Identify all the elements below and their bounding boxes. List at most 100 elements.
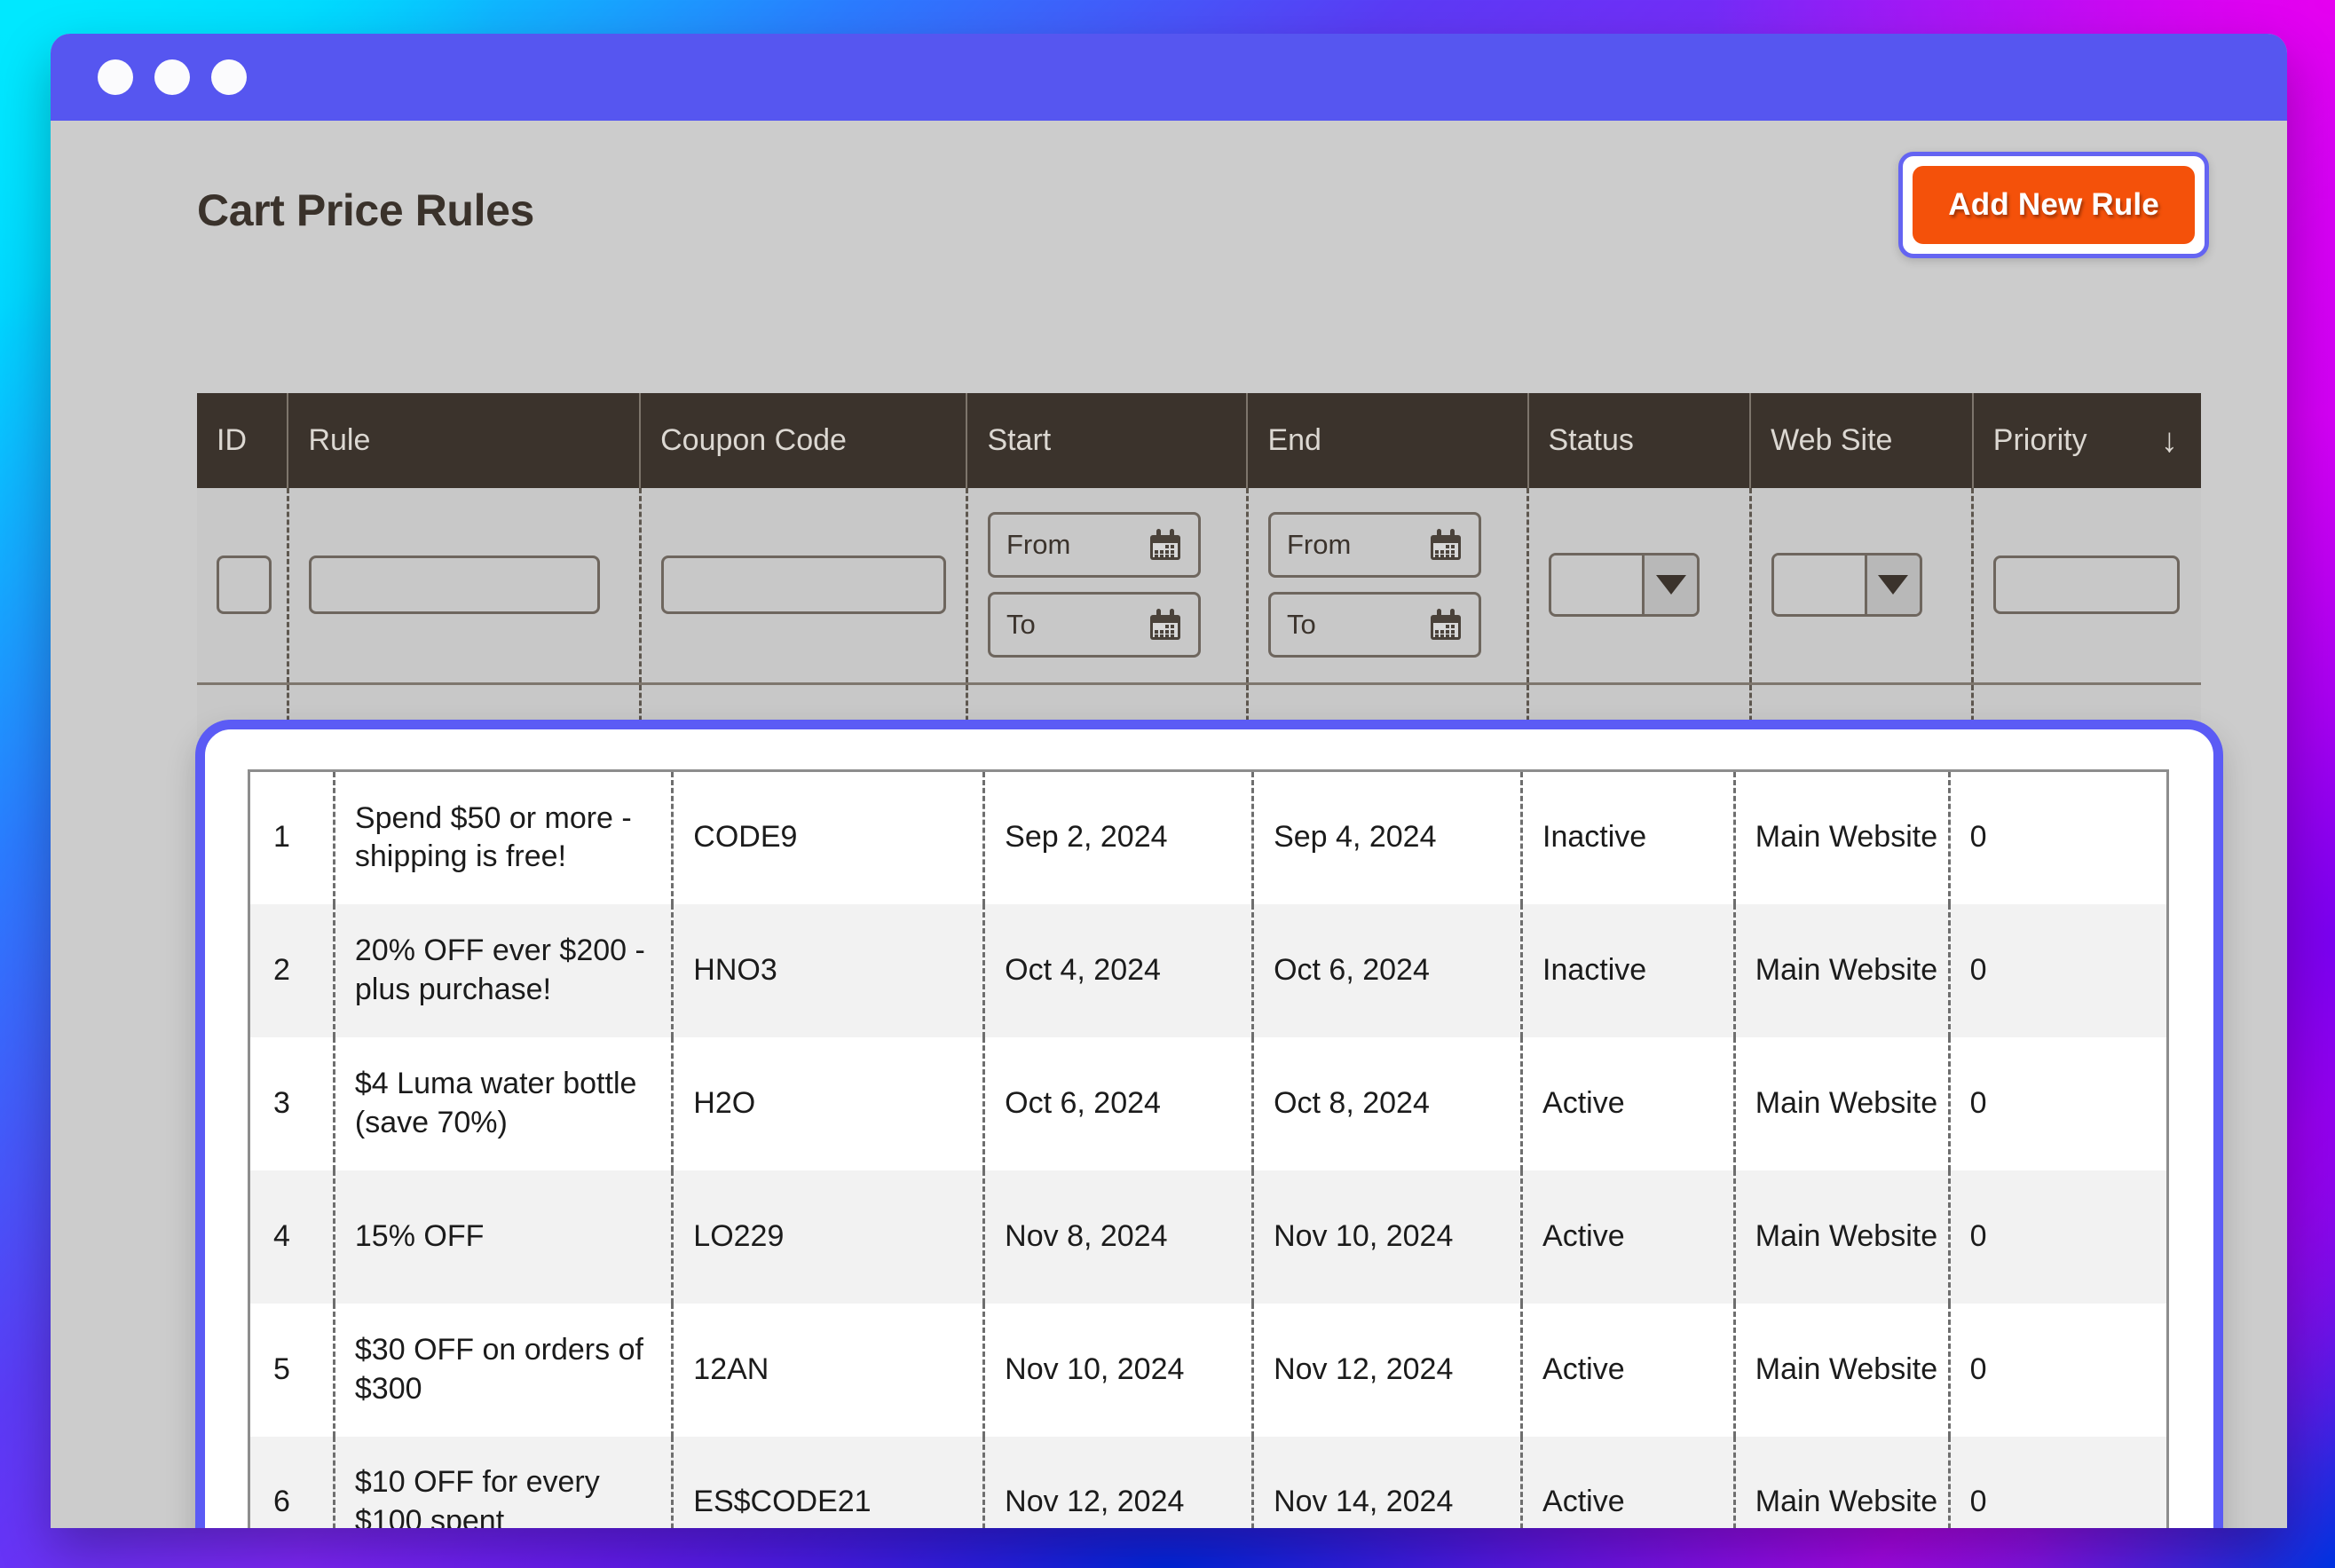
filter-cell-web-site [1750,488,1975,685]
cell-start: Sep 2, 2024 [983,770,1255,904]
caret-down-icon[interactable] [1864,555,1920,615]
cell-end: Nov 12, 2024 [1252,1303,1524,1437]
browser-window: Cart Price Rules Add New Rule ID Rule Co… [51,34,2287,1528]
column-header-status[interactable]: Status [1527,393,1752,488]
filter-cell-end: From To [1247,488,1530,685]
column-header-coupon-code[interactable]: Coupon Code [640,393,968,488]
cell-id: 2 [248,903,335,1037]
cell-id: 6 [248,1436,335,1528]
cell-rule: $30 OFF on orders of $300 [334,1303,674,1437]
grid-header-row: ID Rule Coupon Code Start End Status Web… [197,393,2201,488]
cell-end: Oct 6, 2024 [1252,903,1524,1037]
cell-web-site: Main Website [1734,1170,1951,1304]
cell-coupon-code: 12AN [672,1303,986,1437]
cell-id: 3 [248,1036,335,1170]
column-header-end[interactable]: End [1247,393,1529,488]
cell-end: Oct 8, 2024 [1252,1036,1524,1170]
cell-start: Nov 10, 2024 [983,1303,1255,1437]
column-label-id: ID [217,423,247,457]
calendar-icon[interactable] [1147,607,1184,642]
window-maximize-dot[interactable] [211,59,247,95]
table-row[interactable]: 6 $10 OFF for every $100 spent ES$CODE21… [248,1436,2168,1528]
cell-priority: 0 [1949,1436,2168,1528]
cell-start: Nov 12, 2024 [983,1436,1255,1528]
table-row[interactable]: 5 $30 OFF on orders of $300 12AN Nov 10,… [248,1303,2168,1437]
cell-end: Nov 14, 2024 [1252,1436,1524,1528]
cell-web-site: Main Website [1734,1036,1951,1170]
cell-web-site: Main Website [1734,903,1951,1037]
cell-web-site: Main Website [1734,1436,1951,1528]
cell-end: Sep 4, 2024 [1252,770,1524,904]
cell-rule: 15% OFF [334,1170,674,1304]
window-minimize-dot[interactable] [154,59,190,95]
column-header-id[interactable]: ID [197,393,289,488]
filter-select-status[interactable] [1549,553,1700,618]
table-row[interactable]: 3 $4 Luma water bottle (save 70%) H2O Oc… [248,1036,2168,1170]
filter-end-from[interactable]: From [1267,512,1481,579]
filter-input-rule[interactable] [308,555,600,615]
cell-start: Nov 8, 2024 [983,1170,1255,1304]
cell-rule: Spend $50 or more -shipping is free! [334,770,674,904]
table-row[interactable]: 1 Spend $50 or more -shipping is free! C… [248,770,2168,904]
filter-select-status-value [1551,555,1642,615]
filter-cell-start: From To [966,488,1249,685]
cell-start: Oct 6, 2024 [983,1036,1255,1170]
cell-status: Active [1521,1303,1736,1437]
cell-priority: 0 [1949,1303,2168,1437]
column-label-end: End [1267,423,1321,457]
filter-start-to-label: To [1006,609,1036,641]
window-titlebar [51,34,2287,121]
cell-id: 1 [248,770,335,904]
column-header-web-site[interactable]: Web Site [1750,393,1974,488]
cell-rule: 20% OFF ever $200 -plus purchase! [334,903,674,1037]
cell-status: Active [1521,1036,1736,1170]
rules-results-highlight-panel: 1 Spend $50 or more -shipping is free! C… [195,720,2223,1528]
add-new-rule-button[interactable]: Add New Rule [1913,166,2195,244]
column-header-start[interactable]: Start [966,393,1249,488]
filter-select-web-site-value [1773,555,1865,615]
filter-end-from-label: From [1286,529,1352,561]
filter-cell-coupon-code [640,488,968,685]
filter-select-web-site[interactable] [1771,553,1922,618]
column-header-priority[interactable]: Priority ↓ [1972,393,2201,488]
rules-data-table: 1 Spend $50 or more -shipping is free! C… [248,769,2169,1528]
column-label-start: Start [987,423,1052,457]
page-title: Cart Price Rules [197,185,534,235]
filter-input-coupon-code[interactable] [660,555,946,615]
filter-end-to[interactable]: To [1267,592,1481,658]
column-label-coupon-code: Coupon Code [660,423,847,457]
filter-input-id[interactable] [217,555,272,615]
cell-status: Active [1521,1436,1736,1528]
column-header-rule[interactable]: Rule [288,393,642,488]
filter-start-from[interactable]: From [987,512,1201,579]
cell-priority: 0 [1949,1036,2168,1170]
cell-id: 5 [248,1303,335,1437]
cell-priority: 0 [1949,903,2168,1037]
cell-priority: 0 [1949,1170,2168,1304]
calendar-icon[interactable] [1147,527,1184,563]
cell-end: Nov 10, 2024 [1252,1170,1524,1304]
filter-start-to[interactable]: To [987,592,1201,658]
filter-start-from-label: From [1006,529,1071,561]
calendar-icon[interactable] [1427,527,1464,563]
table-row[interactable]: 4 15% OFF LO229 Nov 8, 2024 Nov 10, 2024… [248,1170,2168,1304]
calendar-icon[interactable] [1427,607,1464,642]
cell-status: Inactive [1521,903,1736,1037]
filter-input-priority[interactable] [1993,555,2181,615]
page-header: Cart Price Rules Add New Rule [51,121,2287,298]
window-close-dot[interactable] [98,59,133,95]
cell-priority: 0 [1949,770,2168,904]
caret-down-icon[interactable] [1642,555,1697,615]
page-content: Cart Price Rules Add New Rule ID Rule Co… [51,121,2287,1528]
cart-price-rules-grid: ID Rule Coupon Code Start End Status Web… [197,393,2201,737]
cell-coupon-code: H2O [672,1036,986,1170]
rules-table-body: 1 Spend $50 or more -shipping is free! C… [248,770,2168,1528]
cell-rule: $10 OFF for every $100 spent [334,1436,674,1528]
grid-filter-row: From To From To [197,488,2201,685]
arrow-down-icon[interactable]: ↓ [2161,424,2178,458]
table-row[interactable]: 2 20% OFF ever $200 -plus purchase! HNO3… [248,903,2168,1037]
cell-start: Oct 4, 2024 [983,903,1255,1037]
rules-table-container: 1 Spend $50 or more -shipping is free! C… [248,769,2169,1528]
cell-status: Inactive [1521,770,1736,904]
cell-status: Active [1521,1170,1736,1304]
